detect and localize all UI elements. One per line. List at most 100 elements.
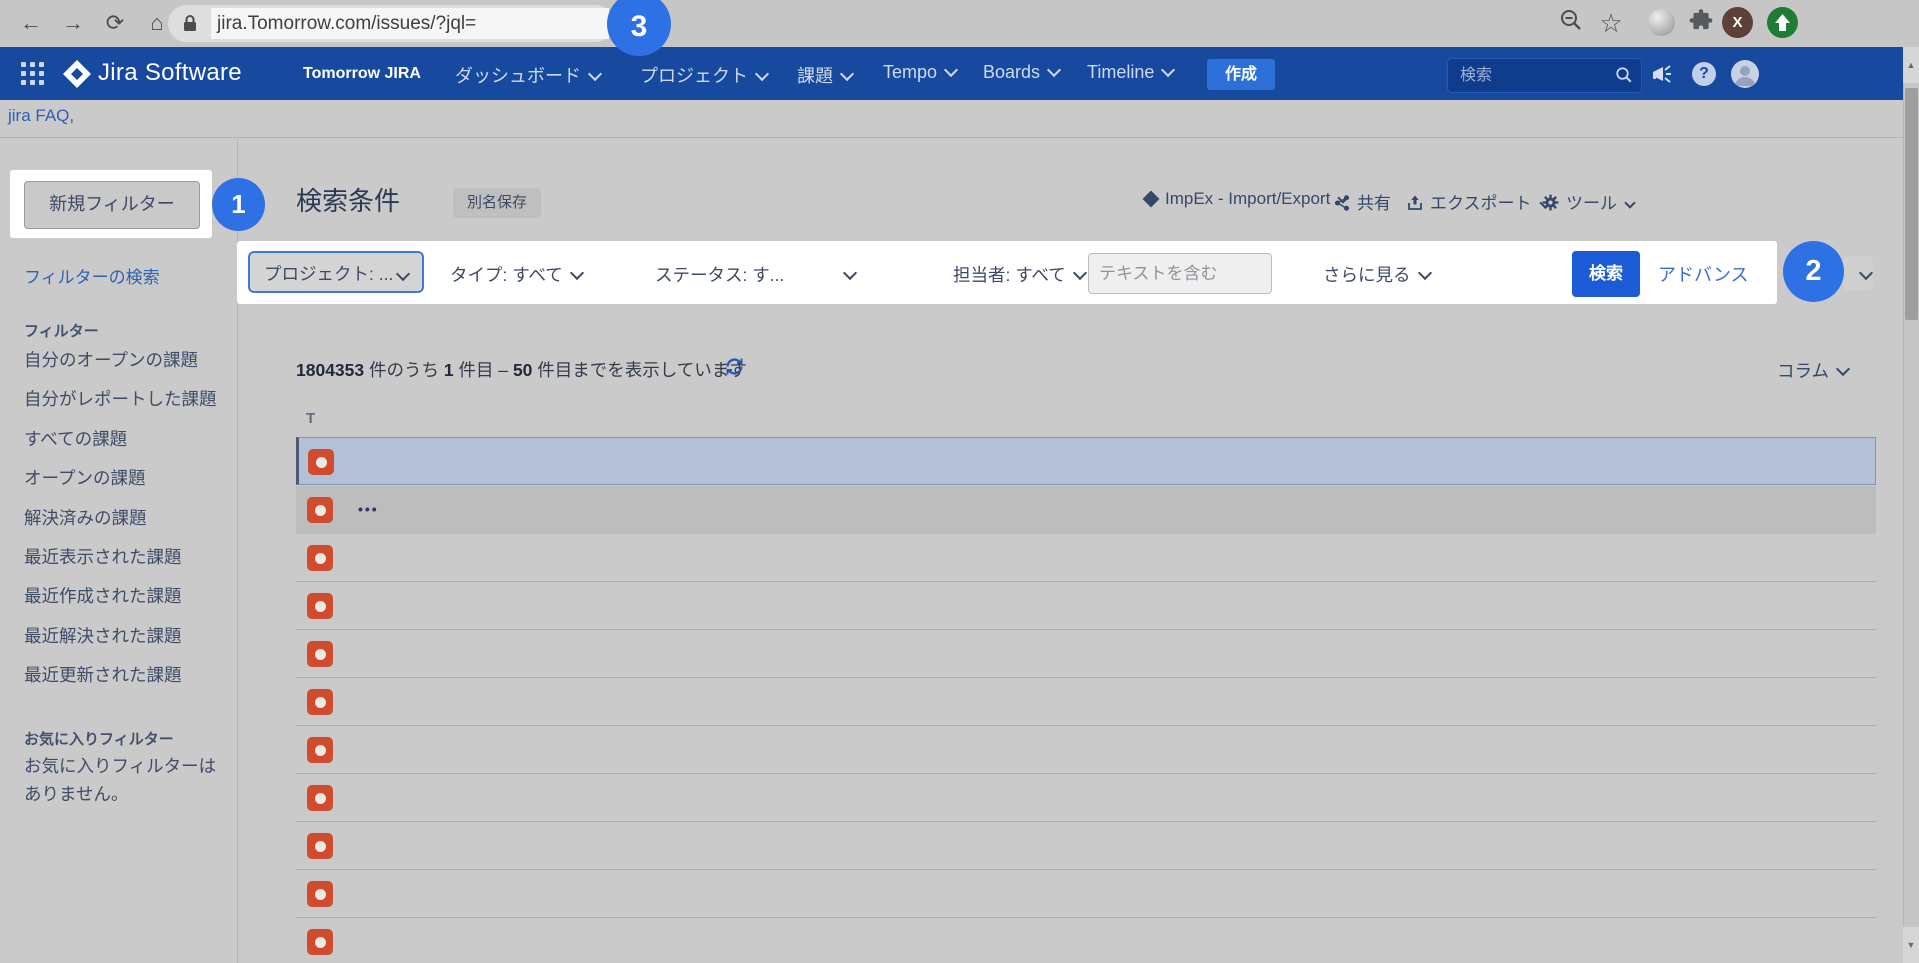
chevron-down-icon — [396, 267, 410, 281]
type-filter-dropdown[interactable]: タイプ: すべて — [450, 262, 582, 287]
app-switcher-icon[interactable] — [20, 61, 45, 91]
issue-type-icon — [307, 785, 333, 811]
chevron-down-icon — [944, 63, 958, 77]
sidebar-item-reported-by-me[interactable]: 自分がレポートした課題 — [24, 386, 229, 425]
chevron-down-icon — [1417, 266, 1431, 280]
browser-back-button[interactable]: ← — [14, 6, 48, 40]
jira-logo-text[interactable]: Jira Software — [98, 59, 242, 87]
bookmark-star-icon[interactable]: ☆ — [1596, 8, 1626, 38]
nav-search-input[interactable] — [1458, 62, 1612, 89]
issue-type-icon — [307, 689, 333, 715]
tools-menu[interactable]: ツール — [1541, 189, 1634, 214]
table-row[interactable] — [296, 822, 1876, 870]
divider — [0, 137, 1903, 138]
sidebar-item-my-open-issues[interactable]: 自分のオープンの課題 — [24, 347, 229, 386]
table-row[interactable] — [296, 630, 1876, 678]
browser-update-icon[interactable] — [1767, 7, 1798, 38]
nav-menu-tempo[interactable]: Tempo — [883, 62, 956, 83]
nav-menu-dashboards[interactable]: ダッシュボード — [455, 62, 600, 88]
chevron-down-icon — [570, 266, 584, 280]
announcements-megaphone-icon[interactable] — [1650, 62, 1674, 91]
page-title: 検索条件 — [296, 181, 400, 218]
annotation-badge-1: 1 — [212, 178, 265, 231]
row-ellipsis: ••• — [358, 501, 379, 517]
table-row[interactable] — [296, 582, 1876, 630]
advanced-search-link[interactable]: アドバンス — [1658, 261, 1749, 287]
extension-sphere-icon[interactable] — [1648, 9, 1675, 36]
save-as-button[interactable]: 別名保存 — [453, 188, 541, 218]
filter-list: 自分のオープンの課題 自分がレポートした課題 すべての課題 オープンの課題 解決… — [24, 347, 229, 702]
jira-diamond-icon — [1143, 191, 1160, 208]
issue-type-icon — [307, 593, 333, 619]
favorites-empty-text: お気に入りフィルターはありません。 — [24, 752, 220, 808]
table-row[interactable] — [296, 678, 1876, 726]
sidebar-item-resolved-issues[interactable]: 解決済みの課題 — [24, 505, 229, 544]
chevron-down-icon — [1161, 63, 1175, 77]
table-row[interactable] — [296, 774, 1876, 822]
sidebar-item-recently-created[interactable]: 最近作成された課題 — [24, 583, 229, 622]
create-issue-button[interactable]: 作成 — [1207, 59, 1275, 90]
chevron-down-icon — [588, 67, 602, 81]
nav-search-box[interactable] — [1447, 58, 1642, 93]
chevron-down-icon — [1624, 197, 1635, 208]
chevron-down-icon — [1836, 362, 1850, 376]
impex-menu[interactable]: ImpEx - Import/Export — [1143, 189, 1347, 209]
lock-icon — [178, 12, 202, 36]
table-row[interactable] — [296, 726, 1876, 774]
user-avatar[interactable] — [1731, 60, 1759, 88]
browser-reload-button[interactable]: ⟳ — [98, 6, 132, 40]
profile-avatar-x[interactable]: X — [1722, 7, 1753, 38]
search-icon — [1615, 66, 1633, 84]
search-button[interactable]: 検索 — [1572, 251, 1640, 297]
scrollbar-up-arrow[interactable]: ▲ — [1903, 47, 1919, 83]
help-icon[interactable]: ? — [1692, 62, 1716, 86]
sidebar-item-recently-resolved[interactable]: 最近解決された課題 — [24, 623, 229, 662]
issue-type-icon — [307, 881, 333, 907]
status-filter-dropdown[interactable]: ステータス: す... — [655, 262, 855, 287]
assignee-filter-dropdown[interactable]: 担当者: すべて — [953, 262, 1085, 287]
type-column-header[interactable]: T — [306, 410, 315, 427]
export-icon — [1406, 194, 1424, 212]
nav-menu-timeline[interactable]: Timeline — [1087, 62, 1173, 83]
jira-faq-link[interactable]: jira FAQ, — [8, 106, 74, 126]
issue-type-icon — [307, 497, 333, 523]
sidebar-item-all-issues[interactable]: すべての課題 — [24, 426, 229, 465]
nav-menu-projects[interactable]: プロジェクト — [640, 62, 767, 88]
share-button[interactable]: 共有 — [1333, 189, 1391, 214]
collapse-searchbar-button[interactable] — [1843, 256, 1873, 291]
gear-icon — [1541, 193, 1560, 212]
export-menu[interactable]: エクスポート — [1406, 189, 1549, 214]
url-input[interactable]: jira.Tomorrow.com/issues/?jql= — [211, 8, 609, 39]
table-row[interactable]: ••• — [296, 486, 1876, 534]
chevron-down-icon — [1859, 266, 1873, 280]
new-filter-button[interactable]: 新規フィルター — [24, 181, 200, 229]
nav-menu-boards[interactable]: Boards — [983, 62, 1059, 83]
sidebar-item-recently-updated[interactable]: 最近更新された課題 — [24, 662, 229, 701]
more-criteria-dropdown[interactable]: さらに見る — [1323, 262, 1430, 287]
chevron-down-icon — [1073, 266, 1087, 280]
project-filter-dropdown[interactable]: プロジェクト: ... — [248, 251, 424, 293]
find-filters-link[interactable]: フィルターの検索 — [24, 263, 160, 288]
issue-type-icon — [308, 449, 334, 475]
table-row[interactable] — [296, 918, 1876, 963]
extensions-puzzle-icon[interactable] — [1686, 8, 1716, 38]
text-search-input[interactable] — [1089, 254, 1271, 293]
jira-issue-search-screenshot: ← → ⟳ ⌂ jira.Tomorrow.com/issues/?jql= ☆… — [0, 0, 1919, 963]
table-row[interactable] — [296, 534, 1876, 582]
table-row[interactable] — [296, 870, 1876, 918]
sidebar-item-recently-viewed[interactable]: 最近表示された課題 — [24, 544, 229, 583]
results-count: 1804353 件のうち 1 件目 – 50 件目までを表示しています — [296, 357, 747, 382]
browser-forward-button[interactable]: → — [56, 6, 90, 40]
issue-type-icon — [307, 641, 333, 667]
favorites-section-header: お気に入りフィルター — [24, 728, 174, 749]
zoom-out-icon[interactable] — [1556, 8, 1586, 38]
issue-type-icon — [307, 545, 333, 571]
refresh-icon[interactable] — [724, 356, 745, 382]
scrollbar-down-arrow[interactable]: ▼ — [1903, 927, 1919, 963]
text-search-field[interactable] — [1088, 253, 1272, 294]
nav-menu-issues[interactable]: 課題 — [797, 62, 852, 88]
table-row-selected[interactable] — [296, 437, 1876, 485]
scrollbar-thumb[interactable] — [1905, 88, 1918, 320]
sidebar-item-open-issues[interactable]: オープンの課題 — [24, 465, 229, 504]
columns-dropdown[interactable]: コラム — [1777, 358, 1848, 383]
